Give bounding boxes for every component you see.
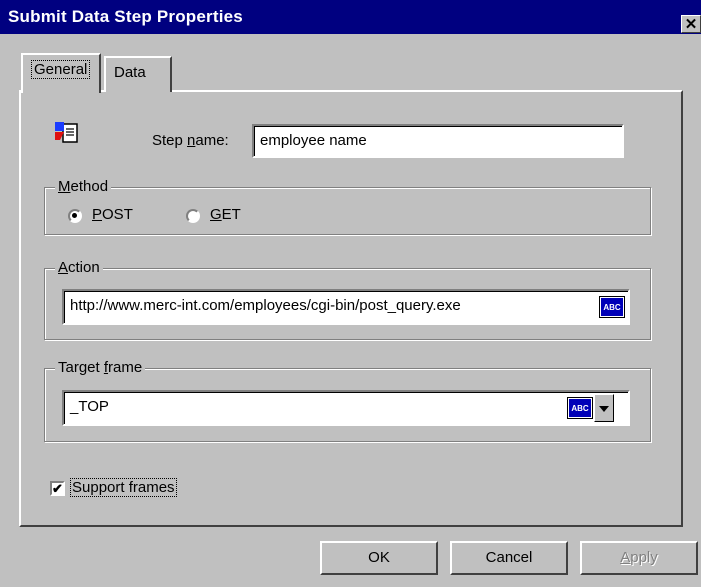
support-frames-label[interactable]: Support frames (70, 478, 177, 497)
method-post-label[interactable]: POST (92, 206, 133, 223)
tab-data-label: Data (114, 64, 146, 81)
target-frame-value: _TOP (70, 398, 109, 415)
support-frames-checkbox[interactable]: ✔ (50, 481, 65, 496)
chevron-down-icon[interactable] (594, 394, 614, 422)
method-group (44, 187, 651, 235)
method-get-radio[interactable] (186, 209, 200, 223)
abc-parameter-icon[interactable]: ABC (567, 397, 593, 419)
apply-button[interactable]: Apply (580, 541, 698, 575)
submit-data-step-icon (55, 122, 78, 143)
ok-button[interactable]: OK (320, 541, 438, 575)
close-icon: ✕ (684, 16, 698, 33)
tab-general[interactable]: General (21, 53, 101, 93)
checkmark-icon: ✔ (52, 481, 63, 496)
action-group-title: Action (55, 259, 103, 276)
method-group-title: Method (55, 178, 112, 195)
method-post-radio[interactable] (68, 209, 82, 223)
method-get-label[interactable]: GET (210, 206, 241, 223)
window-title: Submit Data Step Properties (8, 7, 243, 26)
tab-data[interactable]: Data (104, 56, 172, 92)
step-name-value: employee name (260, 132, 367, 149)
title-bar: Submit Data Step Properties ✕ (0, 0, 701, 34)
close-button[interactable]: ✕ (681, 15, 701, 33)
action-url-value: http://www.merc-int.com/employees/cgi-bi… (70, 297, 461, 314)
target-frame-select[interactable]: _TOP (62, 390, 630, 426)
action-url-field[interactable]: http://www.merc-int.com/employees/cgi-bi… (62, 289, 630, 325)
abc-parameter-icon[interactable]: ABC (599, 296, 625, 318)
cancel-button[interactable]: Cancel (450, 541, 568, 575)
step-name-label: Step name: (152, 132, 229, 149)
step-name-field[interactable]: employee name (252, 124, 624, 158)
target-frame-group-title: Target frame (55, 359, 146, 376)
tab-general-label: General (31, 60, 91, 79)
